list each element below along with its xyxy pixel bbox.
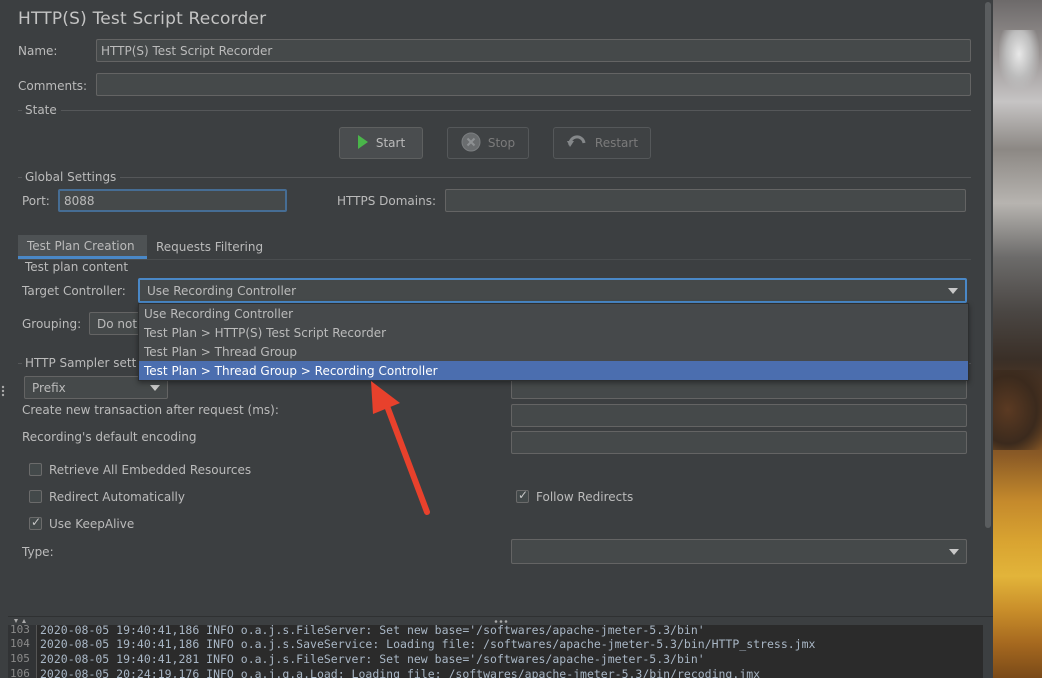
dropdown-option-selected[interactable]: Test Plan > Thread Group > Recording Con… xyxy=(139,361,968,380)
chevron-down-icon xyxy=(949,548,959,555)
tab-divider xyxy=(18,259,971,260)
naming-scheme-value: Prefix xyxy=(32,380,66,395)
tab-test-plan-creation[interactable]: Test Plan Creation xyxy=(18,235,147,259)
comments-field[interactable] xyxy=(96,73,971,96)
retrieve-checkbox[interactable] xyxy=(29,463,42,476)
name-label: Name: xyxy=(18,44,58,58)
follow-redirects-label: Follow Redirects xyxy=(536,490,634,504)
log-line-number: 105 xyxy=(10,652,30,665)
target-controller-value: Use Recording Controller xyxy=(147,283,297,298)
state-divider xyxy=(18,110,971,111)
comments-label: Comments: xyxy=(18,79,88,93)
log-splitter[interactable] xyxy=(8,616,993,625)
log-scrollbar[interactable] xyxy=(983,625,993,678)
start-button-label: Start xyxy=(375,136,406,150)
redirect-checkbox[interactable] xyxy=(29,490,42,503)
redirect-label: Redirect Automatically xyxy=(49,490,185,504)
restart-icon xyxy=(566,133,588,154)
tab-requests-filtering[interactable]: Requests Filtering xyxy=(147,235,277,259)
https-domains-field[interactable] xyxy=(445,189,966,212)
transaction-label: Create new transaction after request (ms… xyxy=(22,403,279,417)
chevron-down-icon xyxy=(948,287,958,294)
type-select[interactable] xyxy=(511,539,967,564)
port-label: Port: xyxy=(22,194,50,208)
transaction-field[interactable] xyxy=(511,404,967,427)
log-panel: 103 2020-08-05 19:40:41,186 INFO o.a.j.s… xyxy=(8,625,993,678)
log-line-number: 104 xyxy=(10,637,30,650)
vertical-scrollbar[interactable] xyxy=(983,0,992,530)
dropdown-option[interactable]: Test Plan > Thread Group xyxy=(139,342,968,361)
keepalive-checkbox[interactable] xyxy=(29,515,42,530)
follow-redirects-checkbox[interactable] xyxy=(516,488,529,503)
global-settings-title: Global Settings xyxy=(22,170,121,184)
encoding-field[interactable] xyxy=(511,431,967,454)
log-line: 2020-08-05 19:40:41,186 INFO o.a.j.s.Fil… xyxy=(40,625,705,637)
grouping-label: Grouping: xyxy=(22,317,82,331)
global-settings-divider xyxy=(18,177,971,178)
grouping-value: Do not xyxy=(97,316,138,331)
start-button[interactable]: Start xyxy=(339,127,423,159)
retrieve-label: Retrieve All Embedded Resources xyxy=(49,463,252,477)
stop-button[interactable]: Stop xyxy=(447,127,529,159)
recorder-panel: HTTP(S) Test Script Recorder Name: HTTP(… xyxy=(0,0,993,678)
dropdown-option[interactable]: Use Recording Controller xyxy=(139,304,968,323)
log-line-number: 103 xyxy=(10,625,30,636)
play-icon xyxy=(357,134,369,153)
stop-button-label: Stop xyxy=(487,136,516,150)
dropdown-option[interactable]: Test Plan > HTTP(S) Test Script Recorder xyxy=(139,323,968,342)
test-plan-content-title: Test plan content xyxy=(22,260,133,274)
wallpaper-hill xyxy=(993,370,1042,450)
http-sampler-title: HTTP Sampler sett xyxy=(22,356,141,370)
log-line: 2020-08-05 20:24:19,176 INFO o.a.j.g.a.L… xyxy=(40,667,761,678)
page-title: HTTP(S) Test Script Recorder xyxy=(18,9,267,29)
restart-button-label: Restart xyxy=(594,136,639,150)
target-controller-select[interactable]: Use Recording Controller xyxy=(138,278,967,303)
stop-icon xyxy=(461,132,481,155)
resize-handle-icon[interactable] xyxy=(0,384,6,398)
scrollbar-thumb[interactable] xyxy=(985,2,991,528)
log-line-number: 106 xyxy=(10,667,30,678)
keepalive-label: Use KeepAlive xyxy=(49,517,135,531)
name-field[interactable]: HTTP(S) Test Script Recorder xyxy=(96,39,971,62)
drag-handle-icon[interactable] xyxy=(494,619,508,624)
port-field[interactable]: 8088 xyxy=(58,189,287,212)
state-section-title: State xyxy=(22,103,61,117)
restart-button[interactable]: Restart xyxy=(553,127,651,159)
chevron-down-icon xyxy=(150,384,160,391)
wallpaper-snow xyxy=(999,30,1039,90)
encoding-label: Recording's default encoding xyxy=(22,430,197,444)
log-line: 2020-08-05 19:40:41,281 INFO o.a.j.s.Fil… xyxy=(40,652,705,666)
collapse-arrows-icon[interactable] xyxy=(12,618,32,625)
desktop-wallpaper xyxy=(993,0,1042,678)
log-line: 2020-08-05 19:40:41,186 INFO o.a.j.s.Sav… xyxy=(40,637,816,651)
target-controller-dropdown: Use Recording Controller Test Plan > HTT… xyxy=(138,303,969,381)
target-controller-label: Target Controller: xyxy=(22,284,126,298)
https-domains-label: HTTPS Domains: xyxy=(337,194,436,208)
type-label: Type: xyxy=(22,545,54,559)
